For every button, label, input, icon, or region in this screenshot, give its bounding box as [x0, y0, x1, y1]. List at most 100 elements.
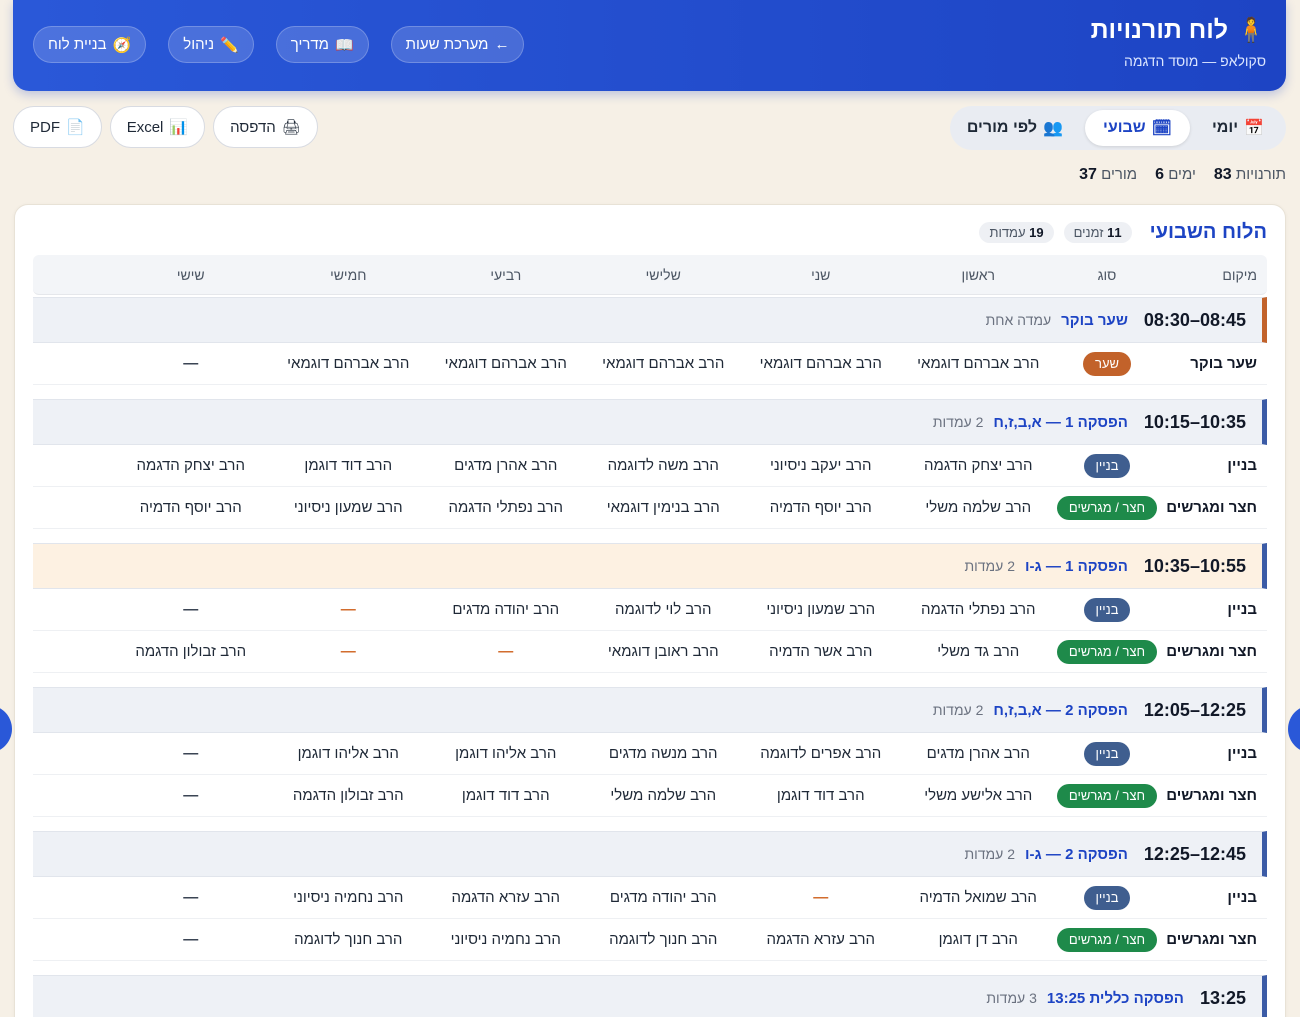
teacher-name: הרב יוסף הדמיה: [769, 499, 872, 516]
export-excel-button[interactable]: 📊 Excel: [109, 106, 206, 148]
duty-cell[interactable]: הרב אלישע משלי: [900, 787, 1058, 804]
view-weekly-tab[interactable]: 🗓 שבועי: [1084, 110, 1190, 146]
build-board-button[interactable]: 🧭 בניית לוח: [33, 26, 147, 63]
duty-cell[interactable]: הרב שלמה משלי: [585, 787, 743, 804]
view-teachers-tab[interactable]: 👥 לפי מורים: [949, 110, 1081, 146]
duty-cell[interactable]: הרב ראובן דוגמאי: [585, 643, 743, 660]
duty-cell[interactable]: —: [427, 643, 585, 660]
export-buttons: 📄 PDF 📊 Excel 🖨 הדפסה: [13, 106, 318, 148]
duty-cell[interactable]: —: [112, 601, 270, 618]
duty-cell[interactable]: הרב שמעון ניסיוני: [270, 499, 428, 516]
duty-cell[interactable]: הרב משה לדוגמה: [585, 457, 743, 474]
teacher-name: הרב חנוך לדוגמה: [294, 931, 403, 948]
duty-cell[interactable]: הרב עזרא הדגמה: [742, 931, 900, 948]
duty-cell[interactable]: הרב דוד דוגמן: [742, 787, 900, 804]
duty-cell[interactable]: הרב אברהם דוגמאי: [427, 355, 585, 372]
slot-name[interactable]: הפסקה 2 — א,ב,ז,ח: [993, 702, 1128, 719]
duty-cell[interactable]: —: [270, 643, 428, 660]
time-slot-header: 12:05–12:25 הפסקה 2 — א,ב,ז,ח 2 עמדות: [33, 687, 1267, 733]
duty-cell[interactable]: הרב אברהם דוגמאי: [270, 355, 428, 372]
slot-name[interactable]: הפסקה כללית 13:25: [1047, 990, 1184, 1007]
slot-name[interactable]: שער בוקר: [1061, 312, 1128, 329]
duty-cell[interactable]: —: [742, 889, 900, 906]
teacher-name: הרב לוי לדוגמה: [615, 601, 712, 618]
duty-cell[interactable]: הרב דוד דוגמן: [427, 787, 585, 804]
compass-icon: 🧭: [112, 36, 132, 54]
duty-cell[interactable]: הרב אליהו דוגמן: [427, 745, 585, 762]
duty-cell[interactable]: הרב זבולון הדגמה: [112, 643, 270, 660]
slot-post-count: 2 עמדות: [932, 414, 984, 430]
slot-time: 13:25: [1199, 987, 1246, 1008]
duty-cell[interactable]: הרב נחמיה ניסיוני: [270, 889, 428, 906]
duty-cell[interactable]: הרב זבולון הדגמה: [270, 787, 428, 804]
duty-cell[interactable]: הרב אפרים לדוגמה: [742, 745, 900, 762]
duty-cell[interactable]: הרב נפתלי הדגמה: [427, 499, 585, 516]
slot-name[interactable]: הפסקה 1 — ג-ו: [1025, 558, 1128, 575]
duty-cell[interactable]: הרב יוסף הדמיה: [112, 499, 270, 516]
brand: 🧍 לוח תורנויות סקולאפ — מוסד הדגמה: [1091, 16, 1266, 69]
duty-cell[interactable]: הרב יהודה מדגים: [585, 889, 743, 906]
slot-name[interactable]: הפסקה 1 — א,ב,ז,ח: [993, 414, 1128, 431]
duty-cell[interactable]: —: [112, 787, 270, 804]
schedule-button[interactable]: ← מערכת שעות: [390, 26, 525, 63]
duty-cell[interactable]: הרב אברהם דוגמאי: [742, 355, 900, 372]
duty-cell[interactable]: הרב בנימין דוגמאי: [585, 499, 743, 516]
teacher-name: הרב אברהם דוגמאי: [287, 355, 410, 372]
teacher-name: הרב שלמה משלי: [610, 787, 717, 804]
duty-cell[interactable]: הרב חנוך לדוגמה: [270, 931, 428, 948]
duty-cell[interactable]: הרב אהרן מדגים: [427, 457, 585, 474]
duty-cell[interactable]: הרב שלמה משלי: [900, 499, 1058, 516]
duty-cell[interactable]: הרב יעקב ניסיוני: [742, 457, 900, 474]
duty-cell[interactable]: הרב אברהם דוגמאי: [585, 355, 743, 372]
duty-cell[interactable]: הרב מנשה מדגים: [585, 745, 743, 762]
teacher-name: הרב דן דוגמן: [938, 931, 1018, 948]
people-icon: 👥: [1043, 120, 1063, 137]
manage-button[interactable]: ✏️ ניהול: [168, 26, 254, 63]
export-pdf-button[interactable]: 📄 PDF: [13, 106, 102, 148]
slot-spacer: [33, 385, 1267, 397]
duty-cell[interactable]: הרב שמואל הדמיה: [900, 889, 1058, 906]
duty-cell[interactable]: —: [112, 889, 270, 906]
row-location: בניין: [1227, 889, 1257, 906]
empty-slot-dash: —: [183, 931, 199, 948]
teacher-name: הרב דוד דוגמן: [461, 787, 550, 804]
duty-cell[interactable]: הרב גד משלי: [900, 643, 1058, 660]
institution-subtitle: סקולאפ — מוסד הדגמה: [1123, 53, 1266, 69]
slot-name[interactable]: הפסקה 2 — ג-ו: [1025, 846, 1128, 863]
duty-cell[interactable]: —: [112, 355, 270, 372]
duty-cell[interactable]: הרב לוי לדוגמה: [585, 601, 743, 618]
row-type-cell: חצר / מגרשים: [1056, 495, 1158, 520]
duty-cell[interactable]: הרב יצחק הדגמה: [900, 457, 1058, 474]
duty-cell[interactable]: הרב שמעון ניסיוני: [742, 601, 900, 618]
duty-cell[interactable]: הרב יצחק הדגמה: [112, 457, 270, 474]
duty-cell[interactable]: הרב חנוך לדוגמה: [585, 931, 743, 948]
duty-cell[interactable]: הרב יהודה מדגים: [427, 601, 585, 618]
duty-cell[interactable]: הרב אליהו דוגמן: [270, 745, 428, 762]
duty-cell[interactable]: הרב אהרן מדגים: [900, 745, 1058, 762]
stat-teachers-label: מורים: [1101, 166, 1138, 183]
slot-spacer: [33, 817, 1267, 829]
scroll-left-handle[interactable]: [0, 705, 12, 753]
view-daily-tab[interactable]: 📅 יומי: [1194, 110, 1282, 146]
duty-cell[interactable]: —: [112, 931, 270, 948]
stat-duties-value: 83: [1213, 166, 1232, 183]
duty-cell[interactable]: הרב אשר הדמיה: [742, 643, 900, 660]
scroll-right-handle[interactable]: [1288, 705, 1300, 753]
duty-cell[interactable]: —: [112, 745, 270, 762]
slot-post-count: עמדה אחת: [985, 312, 1052, 328]
duty-cell[interactable]: הרב אברהם דוגמאי: [900, 355, 1058, 372]
duty-cell[interactable]: הרב יוסף הדמיה: [742, 499, 900, 516]
teacher-name: הרב נחמיה ניסיוני: [450, 931, 561, 948]
duty-cell[interactable]: —: [270, 601, 428, 618]
duty-cell[interactable]: הרב דן דוגמן: [900, 931, 1058, 948]
guide-button[interactable]: 📖 מדריך: [275, 26, 369, 63]
teacher-name: הרב אברהם דוגמאי: [759, 355, 882, 372]
duty-cell[interactable]: הרב דוד דוגמן: [270, 457, 428, 474]
duty-cell[interactable]: הרב עזרא הדגמה: [427, 889, 585, 906]
duty-cell[interactable]: הרב נחמיה ניסיוני: [427, 931, 585, 948]
print-button[interactable]: 🖨 הדפסה: [213, 106, 318, 148]
table-row: חצר ומגרשים חצר / מגרשים הרב שלמה משלי הרב …: [33, 487, 1267, 529]
empty-slot-dash: —: [183, 601, 199, 618]
duty-table: מיקום סוג ראשון שני שלישי רביעי חמישי שי…: [33, 255, 1267, 1017]
duty-cell[interactable]: הרב נפתלי הדגמה: [900, 601, 1058, 618]
